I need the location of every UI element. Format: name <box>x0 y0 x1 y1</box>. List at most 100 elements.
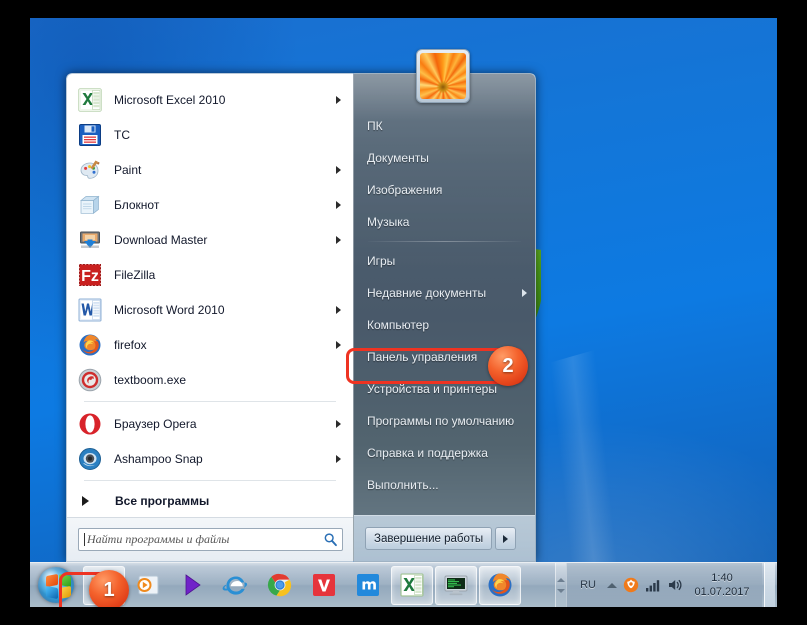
program-item-label: firefox <box>114 337 147 352</box>
program-list-separator <box>84 401 336 402</box>
menu-item-pictures[interactable]: Изображения <box>354 174 535 206</box>
taskbar-button-vivaldi[interactable] <box>303 566 345 605</box>
start-menu[interactable]: Microsoft Excel 2010 TC Paint Блокнот Do… <box>66 73 536 562</box>
menu-item-music[interactable]: Музыка <box>354 206 535 238</box>
submenu-arrow-icon[interactable] <box>336 165 341 174</box>
submenu-arrow-icon[interactable] <box>336 340 341 349</box>
program-item-label: Ashampoo Snap <box>114 451 203 466</box>
filezilla-icon: Fz <box>77 262 103 288</box>
submenu-arrow-icon[interactable] <box>522 289 527 297</box>
taskbar-button-excel[interactable] <box>391 565 433 605</box>
all-programs-button[interactable]: Все программы <box>70 485 350 517</box>
monitor-icon <box>441 570 471 600</box>
right-panel-links: ПК Документы Изображения Музыка Игры Нед… <box>354 74 535 515</box>
search-input[interactable] <box>87 532 323 547</box>
program-item-ashampoo-snap[interactable]: Ashampoo Snap <box>70 441 350 476</box>
taskbar-button-maxthon[interactable] <box>347 566 389 605</box>
program-item-label: Microsoft Word 2010 <box>114 302 225 317</box>
search-area <box>67 517 353 561</box>
program-item-label: Paint <box>114 162 142 177</box>
menu-item-label: Недавние документы <box>367 286 487 300</box>
ashampoo-snap-icon <box>77 446 103 472</box>
program-item-label: textboom.exe <box>114 372 187 387</box>
tray-scroll-handle[interactable] <box>555 562 567 607</box>
program-item-textboom[interactable]: textboom.exe <box>70 362 350 397</box>
program-item-download-master[interactable]: Download Master <box>70 222 350 257</box>
textboom-icon <box>77 367 103 393</box>
show-hidden-icons-button[interactable] <box>603 575 620 595</box>
menu-item-label: Компьютер <box>367 318 430 332</box>
avatar-image <box>420 53 466 99</box>
windows-logo-orb-icon <box>38 567 74 603</box>
program-item-notepad[interactable]: Блокнот <box>70 187 350 222</box>
menu-item-computer[interactable]: Компьютер <box>354 309 535 341</box>
total-commander-icon <box>77 122 103 148</box>
submenu-arrow-icon[interactable] <box>336 454 341 463</box>
desktop[interactable]: Microsoft Excel 2010 TC Paint Блокнот Do… <box>30 18 777 607</box>
taskbar-button-monitor-app[interactable] <box>435 565 477 605</box>
menu-item-label: ПК <box>367 119 383 133</box>
menu-item-documents[interactable]: Документы <box>354 142 535 174</box>
menu-item-games[interactable]: Игры <box>354 245 535 277</box>
submenu-arrow-icon[interactable] <box>336 95 341 104</box>
system-tray: RU 1:40 01.07.2017 <box>555 562 777 607</box>
taskbar-button-internet-explorer[interactable] <box>215 566 257 605</box>
annotation-badge-2: 2 <box>488 346 528 386</box>
clock[interactable]: 1:40 01.07.2017 <box>686 571 758 599</box>
program-item-tc[interactable]: TC <box>70 117 350 152</box>
shutdown-options-button[interactable] <box>495 527 517 550</box>
program-item-paint[interactable]: Paint <box>70 152 350 187</box>
program-item-label: FileZilla <box>114 267 156 282</box>
word-icon <box>77 297 103 323</box>
menu-item-label: Программы по умолчанию <box>367 414 515 428</box>
shutdown-button[interactable]: Завершение работы <box>365 527 493 550</box>
menu-item-label: Документы <box>367 151 429 165</box>
show-desktop-button[interactable] <box>764 562 775 607</box>
notepad-icon <box>77 192 103 218</box>
menu-item-label: Музыка <box>367 215 410 229</box>
taskbar-button-firefox[interactable] <box>479 565 521 605</box>
program-item-label: TC <box>114 127 130 142</box>
start-menu-right-panel: ПК Документы Изображения Музыка Игры Нед… <box>353 73 536 562</box>
submenu-arrow-icon[interactable] <box>336 305 341 314</box>
search-box[interactable] <box>78 528 343 551</box>
clock-time: 1:40 <box>711 572 733 584</box>
annotation-badge-1: 1 <box>89 570 129 607</box>
start-menu-left-panel: Microsoft Excel 2010 TC Paint Блокнот Do… <box>66 73 353 562</box>
network-signal-icon[interactable] <box>644 576 662 594</box>
menu-item-recent-documents[interactable]: Недавние документы <box>354 277 535 309</box>
submenu-arrow-icon[interactable] <box>336 419 341 428</box>
taskbar-button-video-player[interactable] <box>171 566 213 605</box>
taskbar: RU 1:40 01.07.2017 <box>30 562 777 607</box>
program-item-opera[interactable]: Браузер Opera <box>70 406 350 441</box>
volume-icon[interactable] <box>666 576 684 594</box>
antivirus-icon[interactable] <box>622 576 640 594</box>
menu-item-label: Изображения <box>367 183 443 197</box>
program-item-word[interactable]: Microsoft Word 2010 <box>70 292 350 327</box>
menu-item-label: Выполнить... <box>367 478 439 492</box>
program-item-label: Браузер Opera <box>114 416 197 431</box>
taskbar-button-chrome[interactable] <box>259 566 301 605</box>
menu-item-help-and-support[interactable]: Справка и поддержка <box>354 437 535 469</box>
menu-item-default-programs[interactable]: Программы по умолчанию <box>354 405 535 437</box>
taskbar-button-media-player[interactable] <box>127 566 169 605</box>
program-item-excel[interactable]: Microsoft Excel 2010 <box>70 82 350 117</box>
excel-icon <box>397 570 427 600</box>
start-button[interactable] <box>30 563 82 608</box>
submenu-arrow-icon[interactable] <box>336 235 341 244</box>
maxthon-icon <box>353 570 383 600</box>
menu-item-pc[interactable]: ПК <box>354 110 535 142</box>
internet-explorer-icon <box>221 570 251 600</box>
menu-item-run[interactable]: Выполнить... <box>354 469 535 501</box>
all-programs-label: Все программы <box>115 494 210 508</box>
user-avatar[interactable] <box>416 49 470 103</box>
chrome-icon <box>265 570 295 600</box>
program-item-firefox[interactable]: firefox <box>70 327 350 362</box>
submenu-arrow-icon[interactable] <box>336 200 341 209</box>
text-caret <box>84 533 85 546</box>
search-icon[interactable] <box>323 532 338 547</box>
program-item-filezilla[interactable]: Fz FileZilla <box>70 257 350 292</box>
svg-text:Fz: Fz <box>81 268 99 285</box>
language-indicator[interactable]: RU <box>573 579 603 591</box>
firefox-icon <box>77 332 103 358</box>
